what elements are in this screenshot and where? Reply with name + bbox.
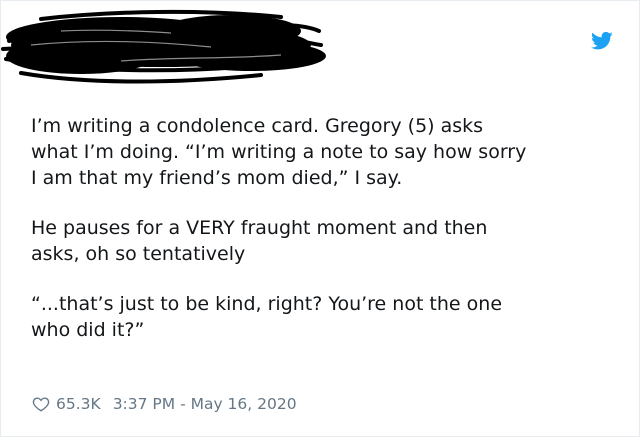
twitter-bird-icon — [591, 31, 613, 50]
tweet-text: I’m writing a condolence card. Gregory (… — [31, 113, 616, 367]
redacted-author-header — [1, 9, 326, 84]
tweet-timestamp[interactable]: 3:37 PM - May 16, 2020 — [113, 395, 297, 413]
tweet-paragraph: “...that’s just to be kind, right? You’r… — [31, 293, 503, 341]
like-count: 65.3K — [56, 395, 101, 413]
tweet-card: I’m writing a condolence card. Gregory (… — [0, 0, 640, 437]
tweet-footer: 65.3K 3:37 PM - May 16, 2020 — [32, 395, 297, 413]
heart-icon[interactable] — [32, 395, 50, 413]
tweet-paragraph: He pauses for a VERY fraught moment and … — [31, 217, 488, 265]
tweet-paragraph: I’m writing a condolence card. Gregory (… — [31, 115, 527, 189]
